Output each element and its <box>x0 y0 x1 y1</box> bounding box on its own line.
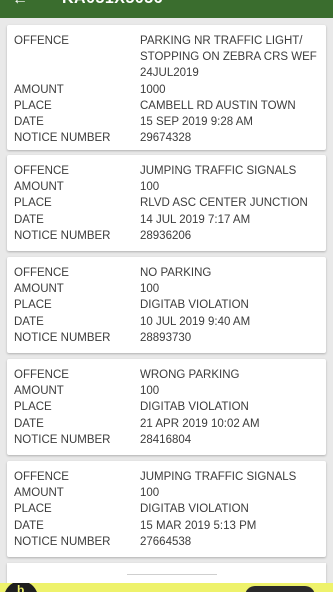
date-value: 21 APR 2019 10:02 AM <box>140 417 260 430</box>
place-row: PLACE DIGITAB VIOLATION <box>7 501 326 517</box>
place-value: DIGITAB VIOLATION <box>140 503 249 516</box>
notice-card-partial[interactable] <box>7 563 326 583</box>
arrow-left-icon[interactable]: ← <box>12 0 28 9</box>
notice-number-value: 27664538 <box>140 535 192 548</box>
date-label: DATE <box>14 417 44 430</box>
amount-label: AMOUNT <box>14 181 64 194</box>
place-value: CAMBELL RD AUSTIN TOWN <box>140 99 296 112</box>
place-label: PLACE <box>14 299 52 312</box>
date-label: DATE <box>14 519 44 532</box>
date-label: DATE <box>14 213 44 226</box>
offence-value: JUMPING TRAFFIC SIGNALS <box>140 165 297 177</box>
place-label: PLACE <box>14 99 52 112</box>
date-row: DATE 15 SEP 2019 9:28 AM <box>7 114 326 130</box>
notice-card[interactable]: OFFENCE JUMPING TRAFFIC SIGNALS AMOUNT 100… <box>7 461 326 557</box>
offence-value: JUMPING TRAFFIC SIGNALS <box>140 471 297 483</box>
amount-row: AMOUNT 100 <box>7 179 326 195</box>
notice-number-row: NOTICE NUMBER 27664538 <box>7 534 326 550</box>
offence-row: OFFENCE JUMPING TRAFFIC SIGNALS <box>7 163 326 179</box>
date-value: 15 MAR 2019 5:13 PM <box>140 519 257 532</box>
offence-label: OFFENCE <box>14 35 69 47</box>
place-label: PLACE <box>14 503 52 516</box>
date-label: DATE <box>14 315 44 328</box>
offence-label: OFFENCE <box>14 165 69 177</box>
place-value: DIGITAB VIOLATION <box>140 401 249 414</box>
offence-label: OFFENCE <box>14 471 69 483</box>
amount-value: 100 <box>140 283 160 296</box>
amount-value: 1000 <box>140 83 166 96</box>
date-value: 15 SEP 2019 9:28 AM <box>140 116 253 129</box>
notice-card[interactable]: OFFENCE NO PARKING AMOUNT 100 PLACE DIGITAB… <box>7 257 326 353</box>
notice-card[interactable]: OFFENCE WRONG PARKING AMOUNT 100 PLACE DIGI… <box>7 359 326 455</box>
offence-label: OFFENCE <box>14 267 69 279</box>
action-button[interactable] <box>245 586 315 592</box>
notice-number-value: 28416804 <box>140 433 192 446</box>
place-label: PLACE <box>14 197 52 210</box>
amount-row: AMOUNT 100 <box>7 485 326 501</box>
date-label: DATE <box>14 116 44 129</box>
date-value: 14 JUL 2019 7:17 AM <box>140 213 251 226</box>
offence-row: OFFENCE NO PARKING <box>7 265 326 281</box>
amount-row: AMOUNT 1000 <box>7 82 326 98</box>
amount-label: AMOUNT <box>14 385 64 398</box>
place-row: PLACE DIGITAB VIOLATION <box>7 297 326 313</box>
place-value: RLVD ASC CENTER JUNCTION <box>140 197 308 210</box>
notice-number-row: NOTICE NUMBER 29674328 <box>7 130 326 146</box>
amount-label: AMOUNT <box>14 83 64 96</box>
offence-value: WRONG PARKING <box>140 369 240 381</box>
app-header: ← KA051X5056 <box>0 0 333 18</box>
offence-row: OFFENCE WRONG PARKING <box>7 367 326 383</box>
date-row: DATE 10 JUL 2019 9:40 AM <box>7 314 326 330</box>
date-row: DATE 15 MAR 2019 5:13 PM <box>7 518 326 534</box>
bottom-bar: b <box>0 583 333 592</box>
place-value: DIGITAB VIOLATION <box>140 299 249 312</box>
amount-label: AMOUNT <box>14 283 64 296</box>
amount-label: AMOUNT <box>14 487 64 500</box>
date-value: 10 JUL 2019 9:40 AM <box>140 315 251 328</box>
amount-value: 100 <box>140 487 160 500</box>
notice-number-label: NOTICE NUMBER <box>14 132 111 145</box>
page-title: KA051X5056 <box>62 0 163 8</box>
place-row: PLACE RLVD ASC CENTER JUNCTION <box>7 195 326 211</box>
offence-value: PARKING NR TRAFFIC LIGHT/ STOPPING ON ZE… <box>140 35 317 80</box>
amount-value: 100 <box>140 385 160 398</box>
app-logo-icon: b <box>4 583 38 592</box>
notice-card[interactable]: OFFENCE PARKING NR TRAFFIC LIGHT/ STOPPIN… <box>7 25 326 150</box>
notice-number-row: NOTICE NUMBER 28936206 <box>7 228 326 244</box>
notice-number-row: NOTICE NUMBER 28893730 <box>7 330 326 346</box>
notice-card[interactable]: OFFENCE JUMPING TRAFFIC SIGNALS AMOUNT 100… <box>7 155 326 251</box>
amount-row: AMOUNT 100 <box>7 281 326 297</box>
offence-row: OFFENCE JUMPING TRAFFIC SIGNALS <box>7 469 326 485</box>
notice-number-label: NOTICE NUMBER <box>14 331 111 344</box>
notice-number-value: 29674328 <box>140 132 192 145</box>
amount-value: 100 <box>140 181 160 194</box>
offence-label: OFFENCE <box>14 369 69 381</box>
date-row: DATE 21 APR 2019 10:02 AM <box>7 416 326 432</box>
date-row: DATE 14 JUL 2019 7:17 AM <box>7 212 326 228</box>
notice-number-label: NOTICE NUMBER <box>14 535 111 548</box>
offence-row: OFFENCE PARKING NR TRAFFIC LIGHT/ STOPPIN… <box>7 33 326 82</box>
notice-number-row: NOTICE NUMBER 28416804 <box>7 432 326 448</box>
notice-number-label: NOTICE NUMBER <box>14 433 111 446</box>
place-row: PLACE CAMBELL RD AUSTIN TOWN <box>7 98 326 114</box>
offence-value: NO PARKING <box>140 267 212 279</box>
partial-text-line <box>127 574 217 575</box>
place-row: PLACE DIGITAB VIOLATION <box>7 399 326 415</box>
notice-number-value: 28936206 <box>140 229 192 242</box>
notice-number-value: 28893730 <box>140 331 192 344</box>
place-label: PLACE <box>14 401 52 414</box>
notice-number-label: NOTICE NUMBER <box>14 229 111 242</box>
amount-row: AMOUNT 100 <box>7 383 326 399</box>
